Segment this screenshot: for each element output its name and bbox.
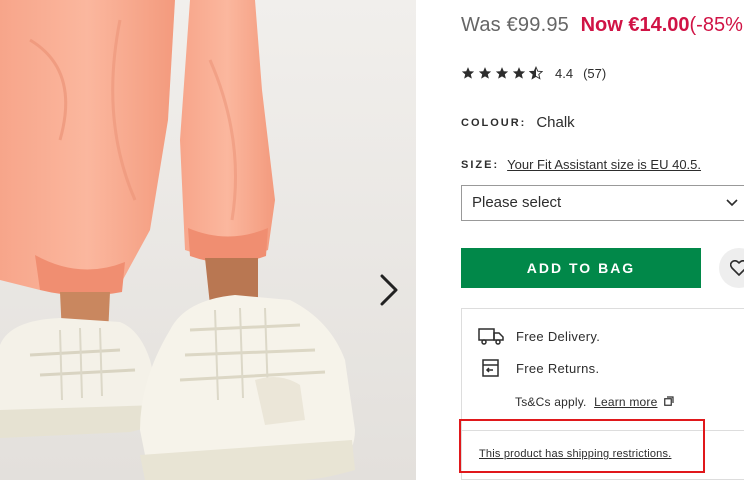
product-image xyxy=(0,0,416,480)
rating-value: 4.4 xyxy=(555,65,574,81)
size-info: SIZE: Your Fit Assistant size is EU 40.5… xyxy=(461,157,701,172)
product-info-panel: Was €99.95 Now €14.00(-85% 4.4 (57) COLO… xyxy=(461,0,744,480)
star-icon xyxy=(512,67,526,79)
learn-more-link[interactable]: Learn more xyxy=(594,395,657,409)
price-row: Was €99.95 Now €14.00(-85% xyxy=(461,14,743,37)
delivery-info-box: Free Delivery. Free Returns. Ts&Cs apply… xyxy=(461,308,744,480)
free-delivery-text: Free Delivery. xyxy=(516,328,601,344)
external-link-icon xyxy=(664,396,674,406)
shipping-restrictions-link[interactable]: This product has shipping restrictions. xyxy=(479,448,671,460)
colour-label: COLOUR: xyxy=(461,116,527,129)
was-price: Was €99.95 xyxy=(461,14,569,36)
size-label: SIZE: xyxy=(461,158,500,171)
star-icon xyxy=(478,67,492,79)
add-to-bag-button[interactable]: ADD TO BAG xyxy=(461,248,701,288)
truck-icon xyxy=(478,328,504,345)
chevron-right-icon xyxy=(380,274,398,306)
fit-assistant-link[interactable]: Your Fit Assistant size is EU 40.5. xyxy=(507,157,701,172)
star-rating xyxy=(461,66,543,80)
colour-info: COLOUR: Chalk xyxy=(461,114,575,131)
returns-icon xyxy=(482,359,499,377)
review-count[interactable]: (57) xyxy=(583,66,606,81)
next-image-button[interactable] xyxy=(372,268,408,312)
chevron-down-icon xyxy=(726,199,738,207)
discount-percent: (-85% xyxy=(689,14,743,36)
terms-row: Ts&Cs apply. Learn more xyxy=(515,395,674,409)
save-for-later-button[interactable] xyxy=(719,248,744,288)
now-price: Now €14.00 xyxy=(580,14,690,36)
free-returns-row: Free Returns. xyxy=(478,359,599,377)
star-icon xyxy=(495,67,509,79)
terms-text: Ts&Cs apply. xyxy=(515,395,587,409)
product-photo xyxy=(0,0,416,480)
rating-summary[interactable]: 4.4 (57) xyxy=(461,64,606,82)
size-select[interactable]: Please select xyxy=(461,185,744,221)
divider xyxy=(462,430,744,431)
free-delivery-row: Free Delivery. xyxy=(478,327,600,345)
star-icon xyxy=(461,67,475,79)
size-select-value: Please select xyxy=(472,194,562,211)
colour-value: Chalk xyxy=(536,114,575,131)
free-returns-text: Free Returns. xyxy=(516,360,600,376)
half-star-icon xyxy=(529,66,543,80)
heart-icon xyxy=(730,260,744,276)
